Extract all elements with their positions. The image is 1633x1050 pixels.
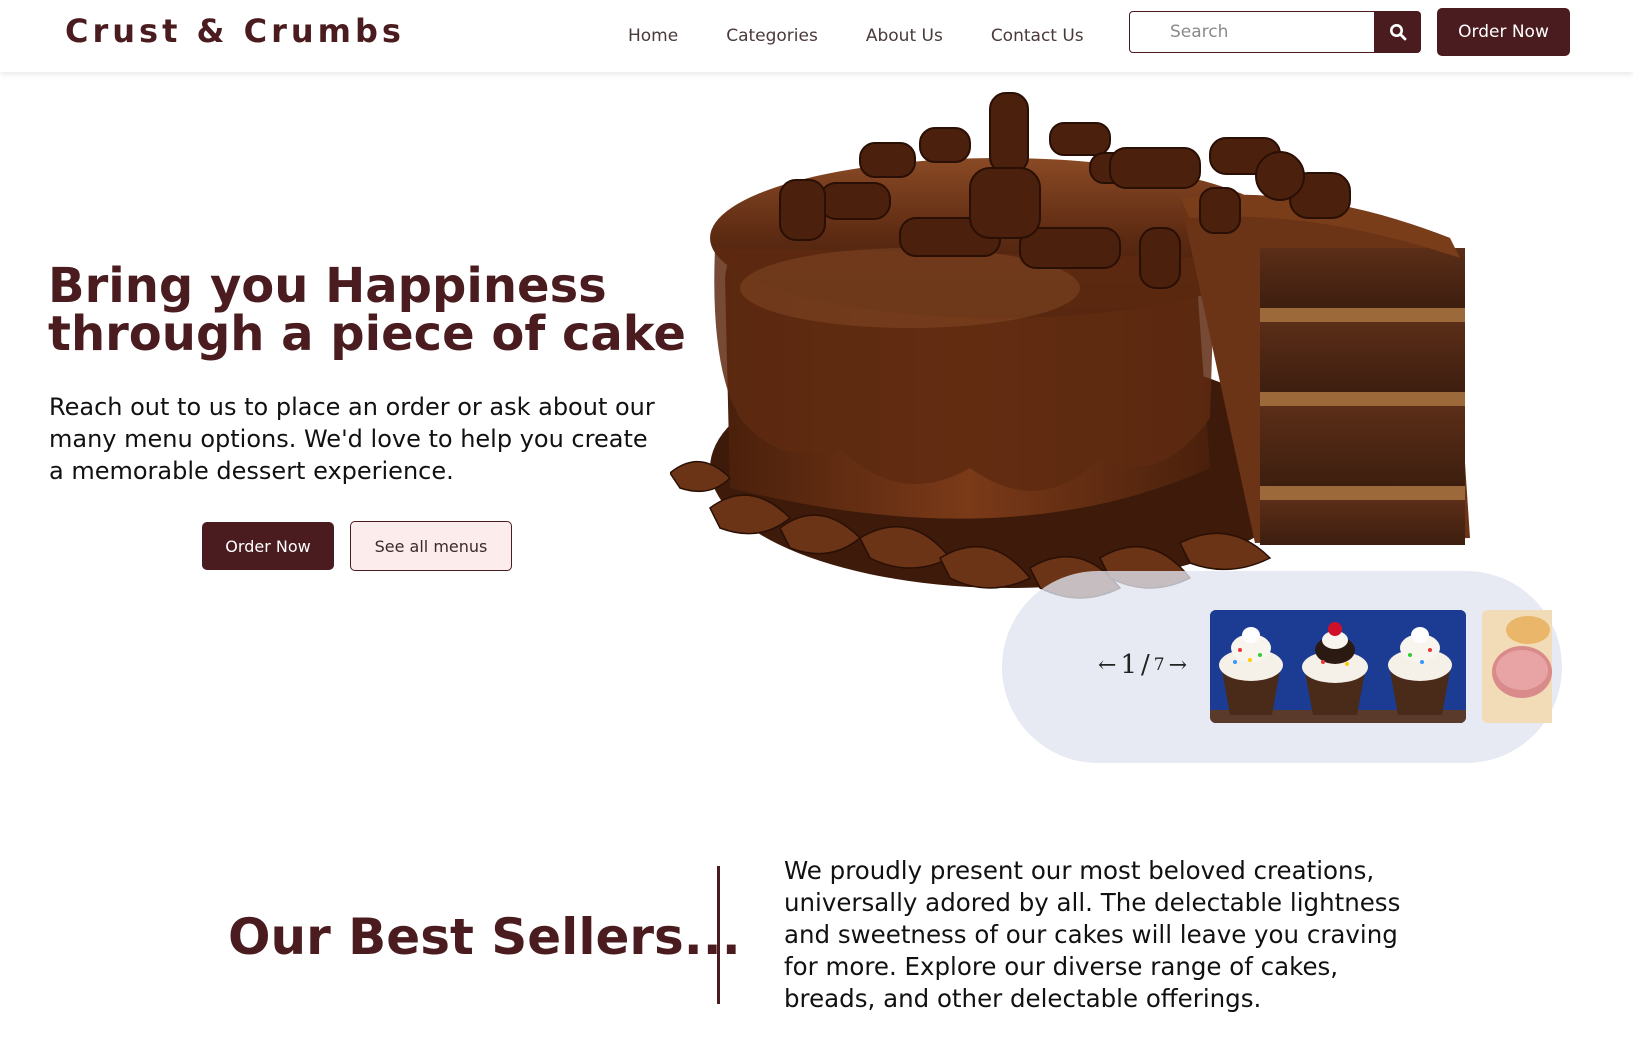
carousel-thumb-cupcakes[interactable] bbox=[1210, 610, 1466, 723]
order-now-button-nav[interactable]: Order Now bbox=[1437, 8, 1570, 56]
carousel-current: 1 bbox=[1120, 650, 1137, 680]
arrow-left-icon[interactable]: ← bbox=[1098, 653, 1116, 678]
hero-title: Bring you Happiness through a piece of c… bbox=[48, 262, 688, 358]
order-now-button[interactable]: Order Now bbox=[202, 522, 334, 570]
section-divider bbox=[717, 866, 720, 1004]
arrow-right-icon[interactable]: → bbox=[1169, 653, 1187, 678]
brand-logo[interactable]: Crust & Crumbs bbox=[65, 12, 405, 50]
nav-link-categories[interactable]: Categories bbox=[726, 26, 818, 46]
best-sellers-description: We proudly present our most beloved crea… bbox=[784, 856, 1401, 1013]
nav-link-contact-us[interactable]: Contact Us bbox=[991, 26, 1084, 46]
see-all-menus-button[interactable]: See all menus bbox=[350, 521, 512, 571]
carousel-thumb-macarons[interactable] bbox=[1482, 610, 1552, 723]
search-bar bbox=[1129, 11, 1421, 53]
nav-links: Home Categories About Us Contact Us bbox=[628, 0, 1132, 72]
nav-link-about-us[interactable]: About Us bbox=[866, 26, 943, 46]
carousel-counter: ← 1 / 7 → bbox=[1098, 650, 1187, 680]
hero-title-line-2: through a piece of cake bbox=[48, 306, 686, 362]
navbar: Crust & Crumbs Home Categories About Us … bbox=[0, 0, 1633, 72]
cupcakes-image bbox=[1210, 610, 1466, 723]
best-sellers-title: Our Best Sellers... bbox=[228, 908, 741, 966]
carousel-total: 7 bbox=[1153, 655, 1165, 675]
search-button[interactable] bbox=[1374, 11, 1421, 53]
search-input[interactable] bbox=[1129, 11, 1374, 53]
carousel-separator: / bbox=[1140, 650, 1150, 680]
macarons-image bbox=[1482, 610, 1552, 723]
search-icon bbox=[1389, 24, 1406, 41]
nav-link-home[interactable]: Home bbox=[628, 26, 678, 46]
hero-description: Reach out to us to place an order or ask… bbox=[49, 393, 655, 485]
